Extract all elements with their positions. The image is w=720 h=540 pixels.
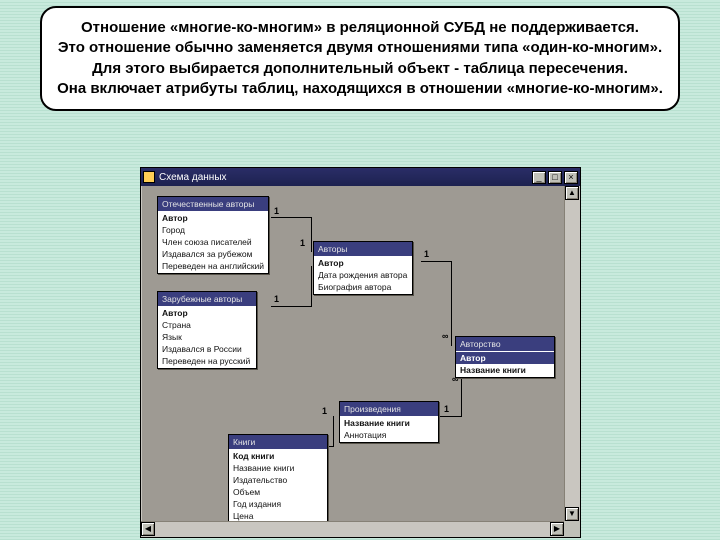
field[interactable]: Год издания xyxy=(229,498,327,510)
field[interactable]: Переведен на английский xyxy=(158,260,268,272)
field-list: Автор Страна Язык Издавался в России Пер… xyxy=(158,306,256,368)
table-domestic-authors[interactable]: Отечественные авторы Автор Город Член со… xyxy=(157,196,269,274)
app-icon xyxy=(143,171,155,183)
maximize-button[interactable]: □ xyxy=(548,171,562,184)
table-foreign-authors[interactable]: Зарубежные авторы Автор Страна Язык Изда… xyxy=(157,291,257,369)
rel-one: 1 xyxy=(273,206,280,216)
field[interactable]: Страна xyxy=(158,319,256,331)
field[interactable]: Член союза писателей xyxy=(158,236,268,248)
rel-one: 1 xyxy=(321,406,328,416)
field[interactable]: Аннотация xyxy=(340,429,438,441)
callout-text: Отношение «многие-ко-многим» в реляционн… xyxy=(57,19,663,97)
field-list: Автор Название книги xyxy=(456,351,554,377)
table-title[interactable]: Зарубежные авторы xyxy=(158,292,256,306)
table-title[interactable]: Отечественные авторы xyxy=(158,197,268,211)
scroll-right-button[interactable]: ▶ xyxy=(550,522,564,536)
link-t2-t4 xyxy=(421,261,451,262)
field[interactable]: Название книги xyxy=(229,462,327,474)
field[interactable]: Автор xyxy=(158,212,268,224)
rel-one: 1 xyxy=(443,404,450,414)
field-list: Автор Город Член союза писателей Издавал… xyxy=(158,211,268,273)
explanation-callout: Отношение «многие-ко-многим» в реляционн… xyxy=(40,6,680,111)
table-books[interactable]: Книги Код книги Название книги Издательс… xyxy=(228,434,328,521)
window-title: Схема данных xyxy=(159,172,227,183)
scroll-down-button[interactable]: ▼ xyxy=(565,507,579,521)
field[interactable]: Автор xyxy=(158,307,256,319)
rel-one: 1 xyxy=(299,238,306,248)
field[interactable]: Переведен на русский xyxy=(158,355,256,367)
field-list: Автор Дата рождения автора Биография авт… xyxy=(314,256,412,294)
table-title[interactable]: Книги xyxy=(229,435,327,449)
field[interactable]: Цена xyxy=(229,510,327,521)
field[interactable]: Код книги xyxy=(229,450,327,462)
schema-window: Схема данных _ □ × 1 1 1 1 ∞ 1 ∞ ∞ 1 Оте… xyxy=(140,167,581,538)
link-t3-t2-v xyxy=(311,266,312,307)
link-t3-t2 xyxy=(271,306,311,307)
field[interactable]: Название книги xyxy=(340,417,438,429)
relationship-canvas[interactable]: 1 1 1 1 ∞ 1 ∞ ∞ 1 Отечественные авторы А… xyxy=(143,186,564,521)
field[interactable]: Язык xyxy=(158,331,256,343)
scroll-left-button[interactable]: ◀ xyxy=(141,522,155,536)
window-controls: _ □ × xyxy=(532,171,578,184)
scrollbar-horizontal[interactable]: ◀ ▶ xyxy=(141,521,564,537)
field[interactable]: Автор xyxy=(456,352,554,364)
link-t6-t5-v xyxy=(333,416,334,447)
field[interactable]: Издательство xyxy=(229,474,327,486)
field[interactable]: Автор xyxy=(314,257,412,269)
rel-many: ∞ xyxy=(441,331,449,341)
field[interactable]: Издавался в России xyxy=(158,343,256,355)
link-t1-t2 xyxy=(271,217,311,218)
table-title[interactable]: Авторы xyxy=(314,242,412,256)
field[interactable]: Название книги xyxy=(456,364,554,376)
field[interactable]: Объем xyxy=(229,486,327,498)
field[interactable]: Издавался за рубежом xyxy=(158,248,268,260)
table-title[interactable]: Произведения xyxy=(340,402,438,416)
field[interactable]: Дата рождения автора xyxy=(314,269,412,281)
close-button[interactable]: × xyxy=(564,171,578,184)
scrollbar-vertical[interactable]: ▲ ▼ xyxy=(564,186,580,521)
titlebar-left: Схема данных xyxy=(143,171,227,183)
size-grip[interactable] xyxy=(564,521,580,537)
field-list: Код книги Название книги Издательство Об… xyxy=(229,449,327,521)
table-authors[interactable]: Авторы Автор Дата рождения автора Биогра… xyxy=(313,241,413,295)
field[interactable]: Город xyxy=(158,224,268,236)
minimize-button[interactable]: _ xyxy=(532,171,546,184)
rel-one: 1 xyxy=(273,294,280,304)
field-list: Название книги Аннотация xyxy=(340,416,438,442)
link-t1-t2-v xyxy=(311,217,312,252)
table-authorship[interactable]: Авторство Автор Название книги xyxy=(455,336,555,378)
table-title[interactable]: Авторство xyxy=(456,337,554,351)
field[interactable]: Биография автора xyxy=(314,281,412,293)
titlebar[interactable]: Схема данных _ □ × xyxy=(141,168,580,186)
table-works[interactable]: Произведения Название книги Аннотация xyxy=(339,401,439,443)
link-t2-t4-v xyxy=(451,261,452,346)
scroll-up-button[interactable]: ▲ xyxy=(565,186,579,200)
rel-one: 1 xyxy=(423,249,430,259)
